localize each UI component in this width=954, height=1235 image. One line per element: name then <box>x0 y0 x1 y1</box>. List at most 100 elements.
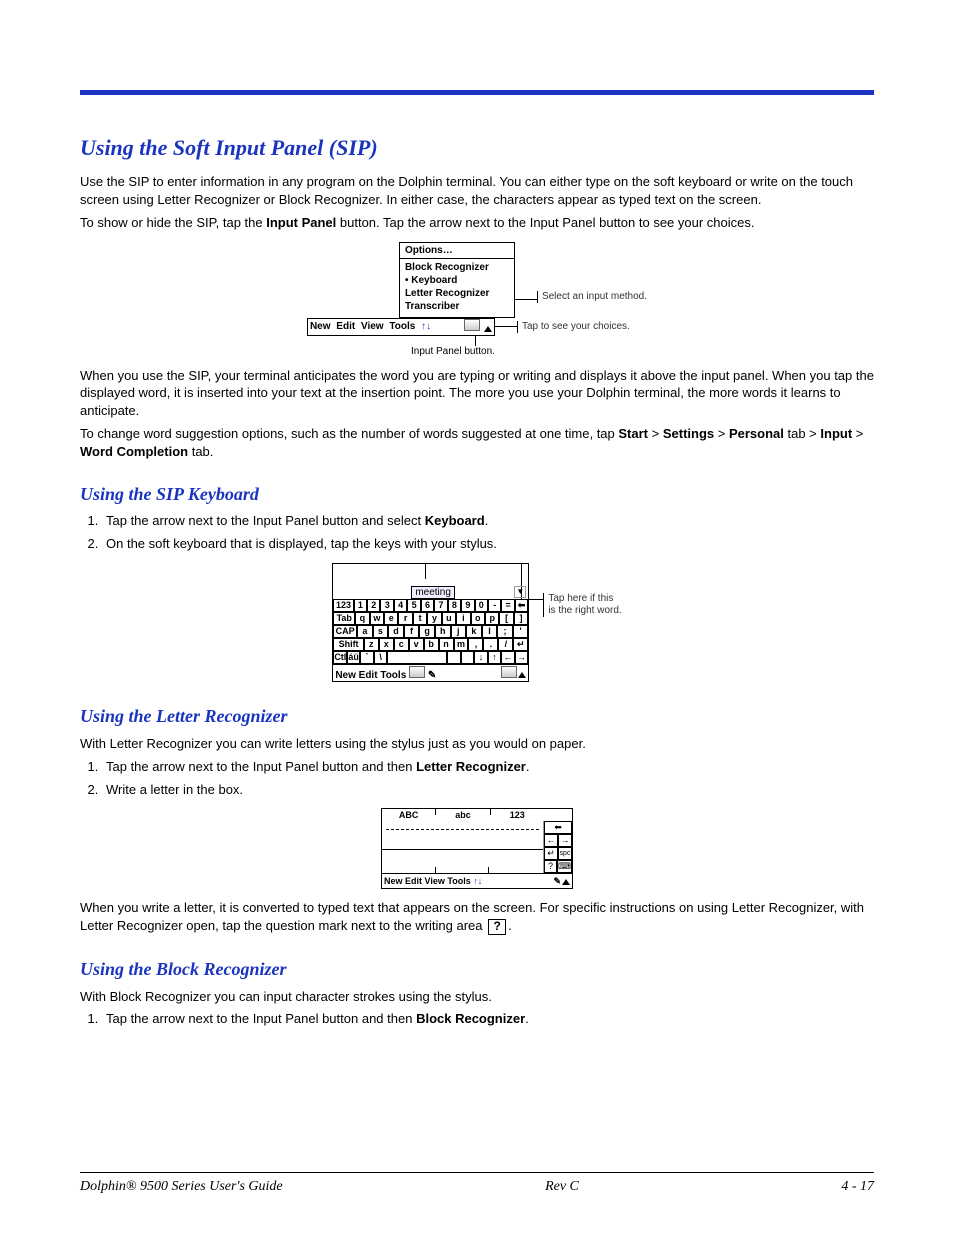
text: To change word suggestion options, such … <box>80 426 618 441</box>
key: , <box>468 638 483 651</box>
input-method-menu: Options… Block Recognizer Keyboard Lette… <box>399 242 515 318</box>
tb-item: Edit <box>336 321 355 332</box>
text: Tap here if this <box>548 593 613 604</box>
help-icon: ? <box>488 919 506 935</box>
menu-item: Letter Recognizer <box>403 287 511 300</box>
text: tab. <box>188 444 213 459</box>
callout: Tap to see your choices. <box>517 321 630 333</box>
key: z <box>364 638 379 651</box>
key: CAP <box>333 625 357 638</box>
tb-item: New <box>310 321 331 332</box>
step: Tap the arrow next to the Input Panel bu… <box>102 759 874 776</box>
paragraph: To change word suggestion options, such … <box>80 425 874 460</box>
heading-sip: Using the Soft Input Panel (SIP) <box>80 135 874 161</box>
bold: Input <box>820 426 852 441</box>
menu-item: Transcriber <box>403 300 511 313</box>
keyboard-icon <box>409 666 425 678</box>
side-btn: ⌨ <box>557 860 572 873</box>
bold: Settings <box>663 426 714 441</box>
key: Ctl <box>333 651 347 664</box>
key: t <box>413 612 427 625</box>
pen-icon: ✎ <box>553 876 561 886</box>
key: f <box>404 625 420 638</box>
keyboard-icon <box>464 319 480 331</box>
key: q <box>355 612 369 625</box>
tb-item: Edit <box>359 670 378 681</box>
page-footer: Dolphin® 9500 Series User's Guide Rev C … <box>80 1172 874 1195</box>
callout: Select an input method. <box>537 291 647 303</box>
key: → <box>515 651 529 664</box>
bold: Letter Recognizer <box>416 759 526 774</box>
key: r <box>398 612 412 625</box>
key: Shift <box>333 638 364 651</box>
tb-item: Edit <box>405 876 422 886</box>
tb-item: Tools <box>389 321 415 332</box>
bold: Block Recognizer <box>416 1011 525 1026</box>
heading-block-recognizer: Using the Block Recognizer <box>80 959 874 980</box>
footer-left: Dolphin® 9500 Series User's Guide <box>80 1179 283 1195</box>
seg-lower: abc <box>436 810 489 820</box>
side-btn: ← <box>544 834 558 847</box>
callout: Input Panel button. <box>307 346 497 357</box>
key: - <box>488 599 501 612</box>
tb-item: View <box>425 876 445 886</box>
menu-item: Block Recognizer <box>403 261 511 274</box>
menu-item-selected: Keyboard <box>403 274 511 287</box>
key: 3 <box>380 599 393 612</box>
key: y <box>427 612 441 625</box>
key <box>461 651 475 664</box>
key: v <box>409 638 424 651</box>
key: k <box>466 625 482 638</box>
key: b <box>424 638 439 651</box>
step: Tap the arrow next to the Input Panel bu… <box>102 513 874 530</box>
text: > <box>648 426 663 441</box>
key: ← <box>501 651 515 664</box>
key: 2 <box>367 599 380 612</box>
figure-sip-menu: Options… Block Recognizer Keyboard Lette… <box>80 242 874 357</box>
step: On the soft keyboard that is displayed, … <box>102 536 874 553</box>
key: h <box>435 625 451 638</box>
figure-letter-recognizer: ABC abc 123 <box>80 808 874 889</box>
key: Tab <box>333 612 355 625</box>
step: Write a letter in the box. <box>102 782 874 799</box>
steps: Tap the arrow next to the Input Panel bu… <box>80 759 874 799</box>
heading-letter-recognizer: Using the Letter Recognizer <box>80 706 874 727</box>
keyboard-icon <box>501 666 517 678</box>
seg-num: 123 <box>491 810 544 820</box>
chevron-up-icon <box>484 326 492 332</box>
dropdown-icon: ▼ <box>514 586 526 598</box>
side-btn: ↵ <box>544 847 558 860</box>
text: button. Tap the arrow next to the Input … <box>336 215 754 230</box>
paragraph: When you use the SIP, your terminal anti… <box>80 367 874 420</box>
key: ` <box>360 651 374 664</box>
bold: Word Completion <box>80 444 188 459</box>
key: ; <box>497 625 513 638</box>
key: / <box>498 638 513 651</box>
key: l <box>482 625 498 638</box>
key: 8 <box>448 599 461 612</box>
text: > <box>852 426 863 441</box>
key: o <box>471 612 485 625</box>
sip-toolbar: New Edit View Tools ↑↓ <box>307 318 495 336</box>
paragraph: Use the SIP to enter information in any … <box>80 173 874 208</box>
text: tab > <box>784 426 821 441</box>
text: Tap the arrow next to the Input Panel bu… <box>106 513 425 528</box>
key: a <box>357 625 373 638</box>
key: p <box>485 612 499 625</box>
tb-item: Tools <box>447 876 470 886</box>
key: n <box>439 638 454 651</box>
steps: Tap the arrow next to the Input Panel bu… <box>80 1011 874 1028</box>
text: > <box>714 426 729 441</box>
chevron-up-icon <box>518 672 526 678</box>
heading-sip-keyboard: Using the SIP Keyboard <box>80 484 874 505</box>
key: 1 <box>354 599 367 612</box>
pen-icon: ✎ <box>428 670 436 681</box>
text: . <box>485 513 489 528</box>
side-btn: → <box>558 834 572 847</box>
key: 4 <box>394 599 407 612</box>
tb-item: Tools <box>380 670 406 681</box>
key: \ <box>374 651 388 664</box>
key: [ <box>499 612 513 625</box>
tb-item: New <box>384 876 403 886</box>
key: 6 <box>421 599 434 612</box>
